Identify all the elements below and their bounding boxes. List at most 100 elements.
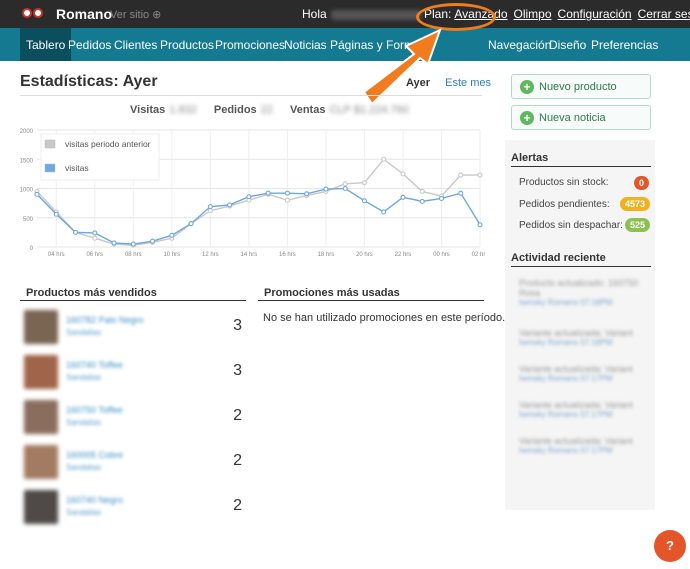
tab-este-mes[interactable]: Este mes	[445, 77, 491, 89]
product-name[interactable]: 160750 Toffee	[66, 405, 123, 415]
stats-title: Estadísticas: Ayer	[20, 73, 158, 90]
data-point	[304, 191, 310, 197]
product-category: Sandalias	[66, 373, 102, 382]
top-products-title: Productos más vendidos	[26, 287, 157, 299]
tab-promociones[interactable]: Promociones	[215, 38, 285, 52]
new-product-label: Nuevo producto	[539, 81, 617, 93]
tab-diseno[interactable]: Diseño	[549, 38, 586, 52]
data-point	[207, 208, 213, 214]
alert-out-of-stock-badge[interactable]: 0	[634, 176, 650, 190]
tab-ayer[interactable]: Ayer	[406, 77, 430, 89]
plus-icon: +	[520, 80, 534, 94]
view-site-link[interactable]: Ver sitio ⊕	[110, 8, 161, 21]
product-row[interactable]: 160750 Toffee Sandalias 2	[24, 400, 246, 436]
settings-link[interactable]: Configuración	[558, 7, 632, 21]
x-tick-label: 22 hrs	[395, 252, 412, 258]
product-category: Sandalias	[66, 463, 102, 472]
activity-text[interactable]: Variante actualizada: Variant	[519, 364, 649, 374]
promotions-empty-text: No se han utilizado promociones en este …	[263, 312, 506, 324]
product-thumbnail[interactable]	[24, 490, 58, 524]
product-thumbnail[interactable]	[24, 445, 58, 479]
tab-pedidos[interactable]: Pedidos	[68, 38, 111, 52]
y-tick-label: 500	[23, 217, 34, 223]
olimpo-link[interactable]: Olimpo	[514, 7, 552, 21]
data-point	[169, 232, 175, 238]
logo-icon[interactable]	[22, 8, 44, 20]
help-button[interactable]: ?	[654, 530, 686, 562]
product-count: 2	[233, 452, 242, 469]
activity-meta[interactable]: Iwmsky Romano 07:18PM	[519, 298, 649, 307]
x-tick-label: 18 hrs	[318, 252, 335, 258]
alert-unshipped-orders-badge[interactable]: 525	[625, 218, 651, 232]
x-tick-label: 08 hrs	[125, 252, 142, 258]
logout-link[interactable]: Cerrar sesión	[638, 7, 690, 21]
data-point	[34, 191, 40, 197]
alert-unshipped-orders: Pedidos sin despachar:	[519, 220, 623, 231]
activity-meta[interactable]: Iwmsky Romano 07:18PM	[519, 338, 649, 347]
data-point	[284, 190, 290, 196]
new-product-button[interactable]: + Nuevo producto	[511, 74, 651, 99]
product-count: 2	[233, 497, 242, 514]
data-point	[130, 241, 136, 247]
product-category: Sandalias	[66, 418, 102, 427]
legend-label: visitas	[65, 163, 89, 173]
tab-preferencias[interactable]: Preferencias	[591, 38, 658, 52]
activity-meta[interactable]: Iwmsky Romano 07:17PM	[519, 410, 649, 419]
data-point	[323, 186, 329, 192]
divider	[20, 95, 482, 96]
summary-visits-value: 1.832	[169, 104, 197, 116]
divider	[511, 166, 651, 167]
data-point	[381, 156, 387, 162]
product-name[interactable]: 160740 Toffee	[66, 360, 123, 370]
user-name-blurred	[330, 9, 421, 20]
activity-text[interactable]: Producto actualizado: 160750 Rosa	[519, 278, 649, 298]
product-category: Sandalias	[66, 328, 102, 337]
product-row[interactable]: 160740 Negro Sandalias 2	[24, 490, 246, 526]
tab-productos[interactable]: Productos	[160, 38, 214, 52]
activity-meta[interactable]: Iwmsky Romano 07:17PM	[519, 374, 649, 383]
data-point	[477, 172, 483, 178]
activity-item: Variante actualizada: Variant Iwmsky Roma…	[519, 364, 649, 383]
product-thumbnail[interactable]	[24, 400, 58, 434]
new-news-button[interactable]: + Nueva noticia	[511, 105, 651, 130]
tab-navegacion[interactable]: Navegación	[488, 38, 551, 52]
x-tick-label: 20 hrs	[356, 252, 373, 258]
activity-item: Variante actualizada: Variant Iwmsky Roma…	[519, 328, 649, 347]
activity-item: Variante actualizada: Variant Iwmsky Roma…	[519, 436, 649, 455]
product-name[interactable]: 160005 Cobre	[66, 450, 123, 460]
data-point	[207, 204, 213, 210]
product-row[interactable]: 160740 Toffee Sandalias 3	[24, 355, 246, 391]
activity-text[interactable]: Variante actualizada: Variant	[519, 436, 649, 446]
data-point	[246, 194, 252, 200]
tab-noticias[interactable]: Noticias	[284, 38, 327, 52]
product-thumbnail[interactable]	[24, 355, 58, 389]
product-name[interactable]: 160782 Palo Negro	[66, 315, 144, 325]
plus-icon: +	[520, 111, 534, 125]
data-point	[188, 221, 194, 227]
data-point	[342, 185, 348, 192]
new-news-label: Nueva noticia	[539, 112, 606, 124]
legend-swatch	[44, 163, 56, 173]
data-point	[438, 195, 445, 201]
data-point	[381, 209, 387, 215]
greeting-label: Hola	[302, 7, 327, 21]
data-point	[477, 222, 483, 228]
data-point	[342, 181, 348, 187]
activity-meta[interactable]: Iwmsky Romano 07:17PM	[519, 446, 649, 455]
data-point	[284, 197, 290, 203]
product-row[interactable]: 160782 Palo Negro Sandalias 3	[24, 310, 246, 346]
product-name[interactable]: 160740 Negro	[66, 495, 123, 505]
product-thumbnail[interactable]	[24, 310, 58, 344]
product-row[interactable]: 160005 Cobre Sandalias 2	[24, 445, 246, 481]
data-point	[419, 198, 425, 204]
activity-text[interactable]: Variante actualizada: Variant	[519, 328, 649, 338]
alert-pending-orders-badge[interactable]: 4573	[620, 197, 651, 211]
alert-out-of-stock: Productos sin stock:	[519, 177, 609, 188]
tab-tablero[interactable]: Tablero	[20, 28, 72, 61]
summary-sales-value: CLP $1.224.760	[329, 104, 409, 116]
activity-text[interactable]: Variante actualizada: Variant	[519, 400, 649, 410]
data-point	[400, 194, 406, 200]
stats-tabs: Ayer Este mes	[406, 77, 491, 89]
tab-clientes[interactable]: Clientes	[114, 38, 157, 52]
alert-pending-orders: Pedidos pendientes:	[519, 199, 610, 210]
